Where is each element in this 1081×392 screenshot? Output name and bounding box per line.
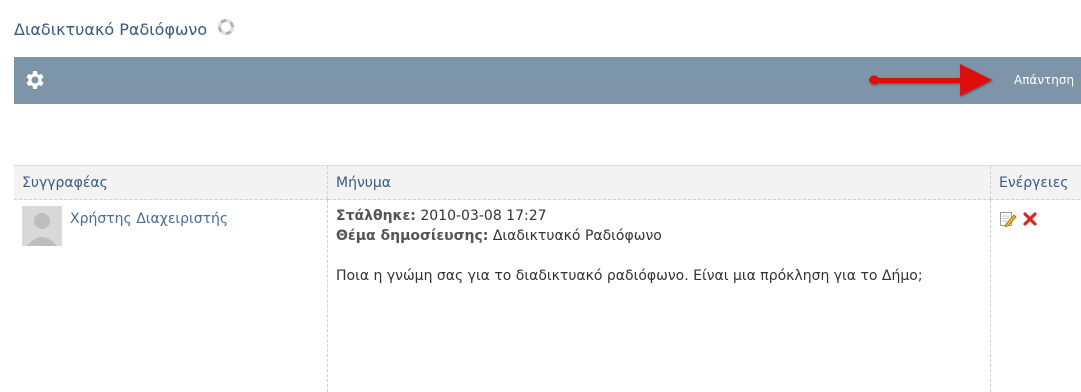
sent-label: Στάλθηκε:: [336, 208, 416, 224]
gear-icon[interactable]: [23, 68, 47, 92]
header-actions: Ενέργειες: [991, 166, 1081, 200]
red-arrow-annotation: [862, 58, 1002, 104]
header-author[interactable]: Συγγραφέας: [14, 166, 328, 200]
page-title: Διαδικτυακό Ραδιόφωνο: [14, 20, 234, 39]
avatar: [22, 206, 62, 246]
message-cell: Στάλθηκε: 2010-03-08 17:27 Θέμα δημοσίευ…: [328, 200, 991, 392]
sent-value: 2010-03-08 17:27: [420, 208, 546, 224]
subject-line: Θέμα δημοσίευσης: Διαδικτυακό Ραδιόφωνο: [336, 226, 982, 246]
posts-table: Συγγραφέας Μήνυμα Ενέργειες Χρήστης Διαχ…: [14, 165, 1081, 392]
reply-button[interactable]: Απάντηση: [1014, 73, 1074, 87]
subject-label: Θέμα δημοσίευσης:: [336, 228, 488, 244]
subject-value: Διαδικτυακό Ραδιόφωνο: [493, 228, 662, 244]
author-cell: Χρήστης Διαχειριστής: [14, 200, 328, 392]
delete-icon[interactable]: [1023, 212, 1037, 226]
author-link[interactable]: Χρήστης Διαχειριστής: [70, 209, 228, 229]
actions-cell: [991, 200, 1081, 392]
edit-icon[interactable]: [999, 210, 1017, 228]
lifebuoy-icon[interactable]: [218, 19, 234, 39]
sent-line: Στάλθηκε: 2010-03-08 17:27: [336, 206, 982, 226]
message-body: Ποια η γνώμη σας για το διαδικτυακό ραδι…: [336, 266, 982, 286]
header-message[interactable]: Μήνυμα: [328, 166, 991, 200]
table-row: Χρήστης Διαχειριστής Στάλθηκε: 2010-03-0…: [14, 200, 1081, 392]
page-title-text: Διαδικτυακό Ραδιόφωνο: [14, 20, 207, 39]
